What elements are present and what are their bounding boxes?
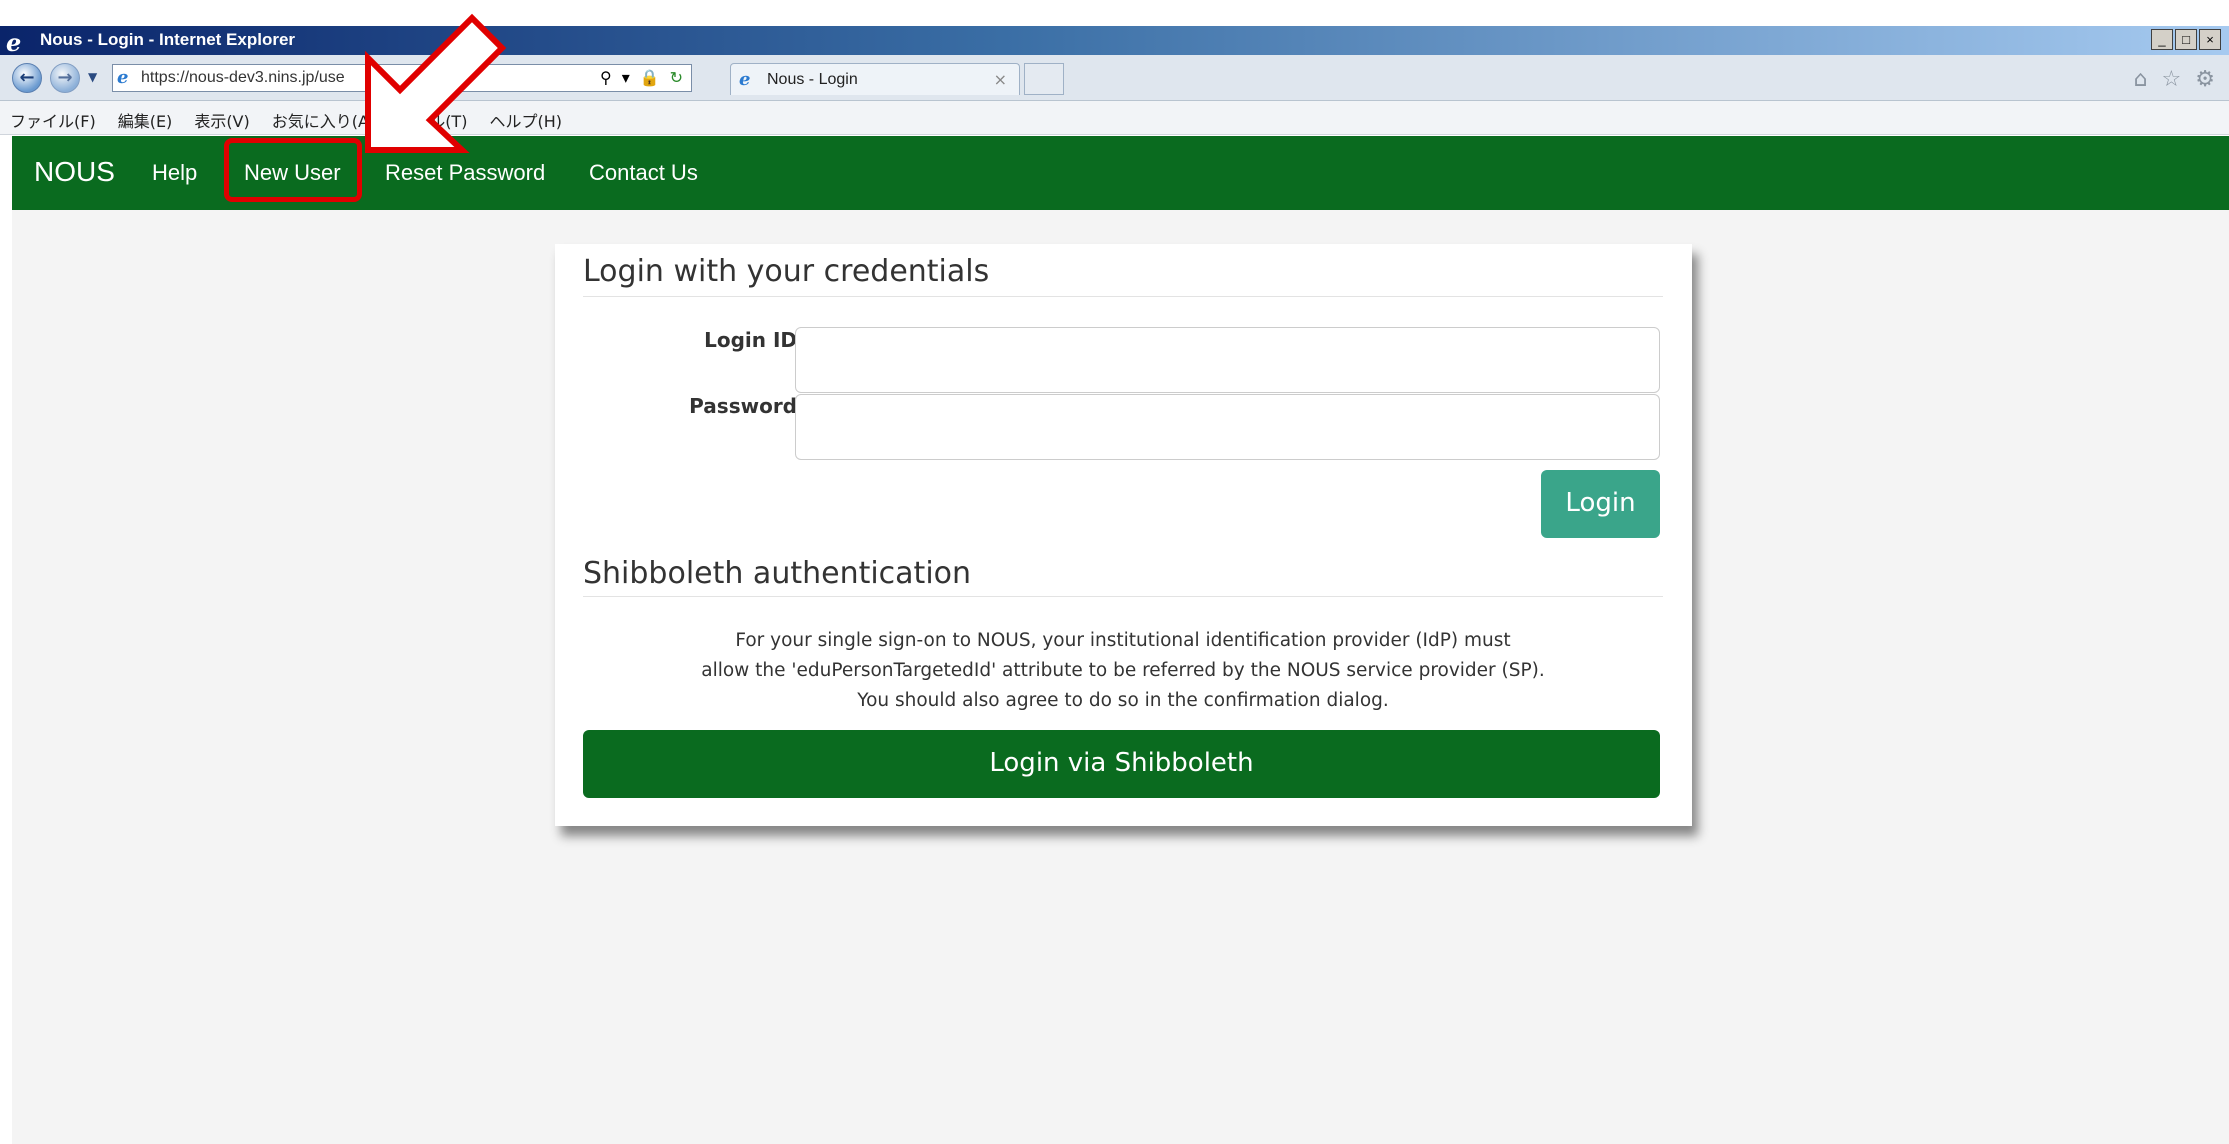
new-tab-button[interactable]: [1024, 63, 1064, 95]
favorites-star-icon[interactable]: ☆: [2162, 67, 2182, 92]
nav-help[interactable]: Help: [152, 160, 197, 186]
page-icon: e: [117, 67, 129, 88]
login-id-label: Login ID:: [704, 328, 805, 352]
forward-arrow-icon[interactable]: →: [50, 63, 80, 93]
dropdown-icon[interactable]: ▾: [622, 68, 630, 87]
credentials-heading: Login with your credentials: [583, 254, 990, 289]
window-controls: _ □ ×: [2151, 29, 2221, 50]
login-id-input[interactable]: [795, 327, 1660, 393]
password-input[interactable]: [795, 394, 1660, 460]
minimize-button[interactable]: _: [2151, 29, 2173, 50]
callout-arrow-icon: [365, 13, 507, 153]
browser-window: e Nous - Login - Internet Explorer _ □ ×…: [0, 0, 2229, 1144]
menu-bar: ファイル(F) 編集(E) 表示(V) お気に入り(A) ツール(T) ヘルプ(…: [0, 101, 2229, 135]
tab-close-icon[interactable]: ×: [994, 70, 1007, 89]
back-arrow-icon[interactable]: ←: [12, 63, 42, 93]
ie-logo-icon: e: [6, 28, 22, 57]
shibboleth-line-1: For your single sign-on to NOUS, your in…: [735, 630, 1511, 651]
home-icon[interactable]: ⌂: [2134, 67, 2148, 92]
shibboleth-line-2: allow the 'eduPersonTargetedId' attribut…: [701, 660, 1545, 681]
login-button[interactable]: Login: [1541, 470, 1660, 538]
refresh-icon[interactable]: ↻: [670, 68, 683, 87]
browser-tools: ⌂ ☆ ⚙: [2134, 67, 2215, 92]
shibboleth-description: For your single sign-on to NOUS, your in…: [583, 626, 1663, 716]
brand-logo[interactable]: NOUS: [34, 156, 115, 188]
address-toolbar: ← → ▼ e https://nous-dev3.nins.jp/use ⚲ …: [0, 55, 2229, 101]
search-icon[interactable]: ⚲: [600, 68, 612, 87]
new-user-highlight-box: [224, 138, 362, 202]
tab-nous-login[interactable]: e Nous - Login ×: [730, 63, 1020, 95]
close-window-button[interactable]: ×: [2199, 29, 2221, 50]
window-title: Nous - Login - Internet Explorer: [40, 30, 296, 49]
maximize-button[interactable]: □: [2175, 29, 2197, 50]
url-text[interactable]: https://nous-dev3.nins.jp/use: [141, 69, 345, 87]
nav-contact-us[interactable]: Contact Us: [589, 160, 698, 186]
tab-page-icon: e: [739, 69, 751, 90]
divider: [583, 296, 1663, 297]
tab-label: Nous - Login: [767, 71, 858, 88]
menu-view[interactable]: 表示(V): [194, 108, 249, 132]
address-tools: ⚲ ▾ 🔒 ↻: [600, 68, 683, 87]
menu-file[interactable]: ファイル(F): [10, 108, 96, 132]
nav-reset-password[interactable]: Reset Password: [385, 160, 545, 186]
login-panel: Login with your credentials Login ID: Pa…: [555, 244, 1692, 826]
history-dropdown-icon[interactable]: ▼: [88, 70, 97, 84]
shibboleth-line-3: You should also agree to do so in the co…: [857, 690, 1389, 711]
settings-gear-icon[interactable]: ⚙: [2195, 67, 2215, 92]
login-via-shibboleth-button[interactable]: Login via Shibboleth: [583, 730, 1660, 798]
window-titlebar: e Nous - Login - Internet Explorer _ □ ×: [0, 26, 2229, 57]
shibboleth-heading: Shibboleth authentication: [583, 556, 972, 591]
lock-icon[interactable]: 🔒: [640, 68, 660, 87]
menu-edit[interactable]: 編集(E): [118, 108, 173, 132]
divider: [583, 596, 1663, 597]
password-label: Password:: [689, 394, 805, 418]
